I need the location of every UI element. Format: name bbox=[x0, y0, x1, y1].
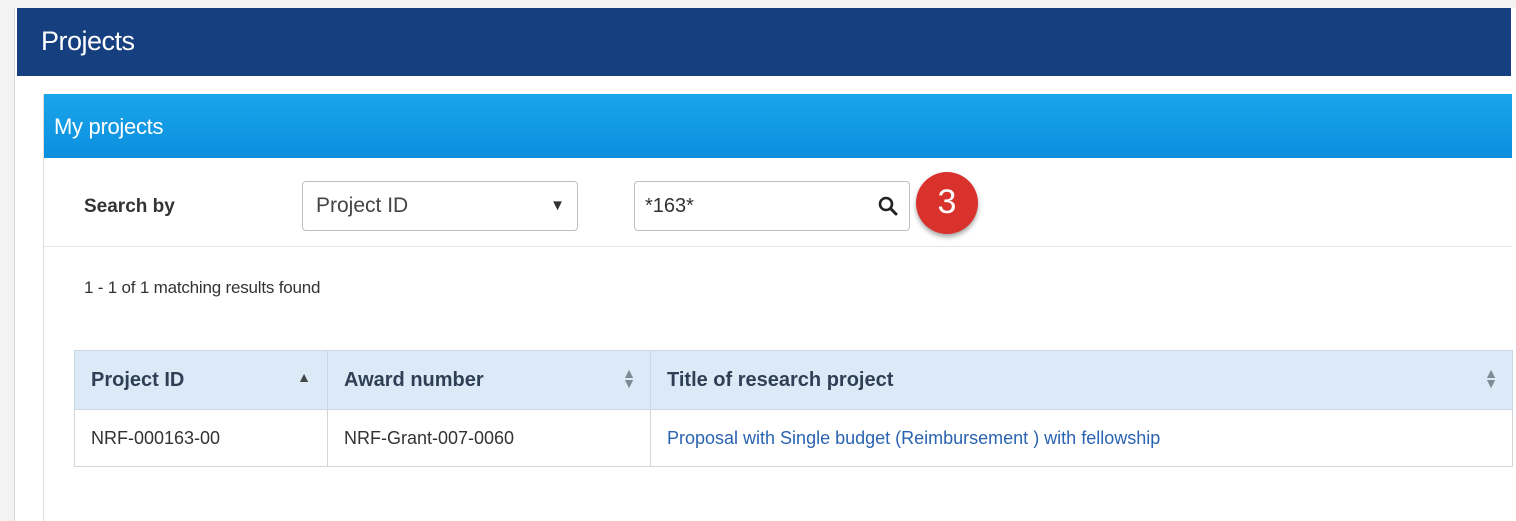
table-header-row: Project ID ▲ Award number ▲ ▼ Title of re… bbox=[74, 350, 1513, 410]
app-frame: Projects My projects Search by Project I… bbox=[0, 0, 1516, 521]
cell-project-id: NRF-000163-00 bbox=[74, 409, 328, 467]
search-box bbox=[634, 181, 910, 231]
column-header-label: Project ID bbox=[91, 368, 185, 391]
projects-table: Project ID ▲ Award number ▲ ▼ Title of re… bbox=[74, 350, 1513, 467]
my-projects-panel: My projects Search by Project ID ▼ 3 bbox=[43, 94, 1513, 521]
sort-ascending-icon: ▲ bbox=[297, 369, 311, 385]
column-header-label: Title of research project bbox=[667, 368, 894, 391]
search-by-label: Search by bbox=[84, 196, 175, 217]
project-title-link[interactable]: Proposal with Single budget (Reimburseme… bbox=[667, 428, 1160, 448]
results-summary: 1 - 1 of 1 matching results found bbox=[84, 278, 321, 297]
cell-award-number: NRF-Grant-007-0060 bbox=[327, 409, 651, 467]
column-header-award-number[interactable]: Award number ▲ ▼ bbox=[327, 350, 651, 410]
column-header-label: Award number bbox=[344, 368, 484, 391]
sort-both-icon: ▲ ▼ bbox=[622, 365, 636, 391]
search-bar: Search by Project ID ▼ 3 bbox=[44, 158, 1512, 247]
page-header: Projects bbox=[17, 8, 1511, 76]
panel-header: My projects bbox=[44, 94, 1512, 158]
table-row: NRF-000163-00 NRF-Grant-007-0060 Proposa… bbox=[74, 409, 1513, 467]
search-field-select[interactable]: Project ID ▼ bbox=[302, 181, 578, 231]
search-field-selected: Project ID bbox=[316, 194, 409, 217]
search-input[interactable] bbox=[645, 190, 855, 222]
cell-title: Proposal with Single budget (Reimburseme… bbox=[650, 409, 1513, 467]
caret-down-icon: ▼ bbox=[550, 197, 565, 214]
column-header-title[interactable]: Title of research project ▲ ▼ bbox=[650, 350, 1513, 410]
search-icon[interactable] bbox=[877, 195, 899, 217]
page-title: Projects bbox=[41, 26, 135, 56]
projects-page: Projects My projects Search by Project I… bbox=[14, 8, 1516, 521]
step-badge: 3 bbox=[916, 172, 978, 234]
column-header-project-id[interactable]: Project ID ▲ bbox=[74, 350, 328, 410]
sort-both-icon: ▲ ▼ bbox=[1484, 365, 1498, 391]
panel-title: My projects bbox=[54, 114, 164, 139]
